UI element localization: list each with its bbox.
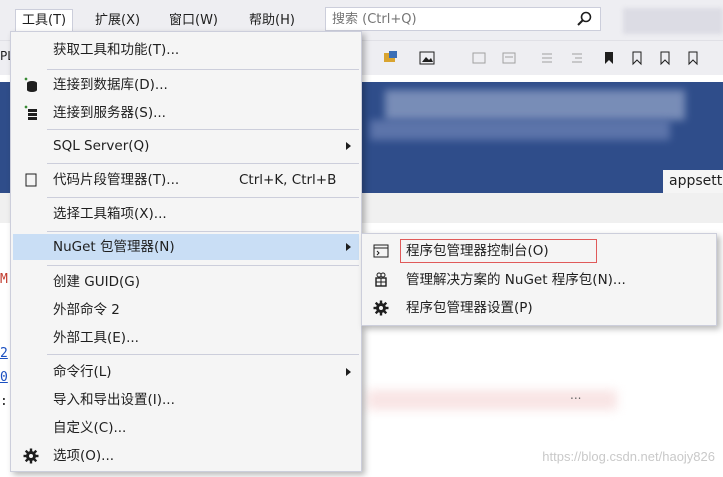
menu-item-snippets-manager[interactable]: 代码片段管理器(T)... Ctrl+K, Ctrl+B [13, 167, 359, 193]
editor-fragment: M [0, 272, 8, 287]
tools-menu: 获取工具和功能(T)... 连接到数据库(D)... 连接到服务器(S)... … [10, 31, 362, 472]
next-bookmark-icon[interactable] [656, 49, 674, 67]
menu-item-connect-server[interactable]: 连接到服务器(S)... [13, 100, 359, 126]
submenu-item-manage-nuget[interactable]: 管理解决方案的 NuGet 程序包(N)... [364, 266, 714, 294]
find-in-files-icon[interactable] [382, 49, 400, 67]
outdent-icon[interactable] [538, 49, 556, 67]
menu-extensions[interactable]: 扩展(X) [89, 10, 146, 32]
menu-item-get-tools[interactable]: 获取工具和功能(T)... [13, 37, 359, 63]
indent-icon[interactable] [568, 49, 586, 67]
console-icon [373, 244, 389, 258]
menu-help[interactable]: 帮助(H) [243, 10, 301, 32]
submenu-item-label: 程序包管理器设置(P) [406, 300, 533, 316]
submenu-item-label: 管理解决方案的 NuGet 程序包(N)... [406, 272, 626, 288]
menu-item-label: 选择工具箱项(X)... [53, 206, 167, 222]
blurred-content [370, 120, 670, 140]
menu-window[interactable]: 窗口(W) [163, 10, 224, 32]
server-icon [24, 105, 37, 120]
menu-item-label: 外部工具(E)... [53, 330, 139, 346]
submenu-item-label: 程序包管理器控制台(O) [406, 243, 549, 259]
search-icon[interactable] [576, 11, 592, 27]
menu-item-label: SQL Server(Q) [53, 138, 150, 154]
menu-item-label: 自定义(C)... [53, 420, 127, 436]
search-input[interactable] [326, 8, 568, 30]
menu-item-label: 连接到服务器(S)... [53, 105, 166, 121]
editor-fragment: 0 [0, 370, 8, 385]
menu-item-label: 导入和导出设置(I)... [53, 392, 175, 408]
menu-item-label: NuGet 包管理器(N) [53, 239, 175, 255]
menu-item-label: 命令行(L) [53, 364, 112, 380]
submenu-item-package-manager-settings[interactable]: 程序包管理器设置(P) [364, 294, 714, 322]
menu-separator [47, 265, 359, 266]
menu-item-shortcut: Ctrl+K, Ctrl+B [239, 172, 337, 188]
menu-separator [47, 231, 359, 232]
menu-item-choose-toolbox[interactable]: 选择工具箱项(X)... [13, 201, 359, 227]
document-tab[interactable]: appsett [663, 170, 723, 193]
menu-item-connect-database[interactable]: 连接到数据库(D)... [13, 72, 359, 98]
submenu-arrow-icon [346, 142, 351, 150]
menu-item-label: 选项(O)... [53, 448, 115, 464]
menu-item-label: 代码片段管理器(T)... [53, 172, 180, 188]
submenu-arrow-icon [346, 368, 351, 376]
editor-fragment: : [0, 394, 8, 409]
menu-item-external-tools[interactable]: 外部工具(E)... [13, 325, 359, 351]
submenu-item-package-manager-console[interactable]: 程序包管理器控制台(O) [364, 237, 714, 265]
package-icon [375, 272, 387, 287]
menu-item-label: 获取工具和功能(T)... [53, 42, 180, 58]
gear-icon [373, 300, 389, 316]
submenu-arrow-icon [346, 243, 351, 251]
menu-item-command-line[interactable]: 命令行(L) [13, 359, 359, 385]
menu-item-customize[interactable]: 自定义(C)... [13, 415, 359, 441]
comment-icon[interactable] [470, 49, 488, 67]
menu-separator [47, 354, 359, 355]
gear-icon [23, 448, 39, 464]
clear-bookmarks-icon[interactable] [684, 49, 702, 67]
menu-item-nuget[interactable]: NuGet 包管理器(N) [13, 234, 359, 260]
prev-bookmark-icon[interactable] [628, 49, 646, 67]
menu-item-label: 创建 GUID(G) [53, 274, 141, 290]
nuget-submenu: 程序包管理器控制台(O) 管理解决方案的 NuGet 程序包(N)... 程序包… [361, 233, 717, 326]
menu-item-label: 外部命令 2 [53, 302, 120, 318]
uncomment-icon[interactable] [500, 49, 518, 67]
menu-separator [47, 197, 359, 198]
menu-tools[interactable]: 工具(T) [15, 9, 74, 32]
menu-item-label: 连接到数据库(D)... [53, 77, 168, 93]
account-area[interactable] [623, 8, 723, 34]
editor-ellipsis: ... [570, 388, 582, 402]
menu-item-create-guid[interactable]: 创建 GUID(G) [13, 269, 359, 295]
menu-separator [47, 163, 359, 164]
menu-item-sql-server[interactable]: SQL Server(Q) [13, 133, 359, 159]
menu-separator [47, 69, 359, 70]
menu-item-import-export[interactable]: 导入和导出设置(I)... [13, 387, 359, 413]
bookmark-icon[interactable] [600, 49, 618, 67]
menu-separator [47, 129, 359, 130]
editor-fragment: 2 [0, 346, 8, 361]
image-icon[interactable] [418, 49, 436, 67]
blurred-content [385, 90, 685, 120]
database-icon [24, 77, 37, 92]
search-box[interactable] [325, 7, 601, 31]
snippet-icon [25, 173, 37, 187]
watermark: https://blog.csdn.net/haojy826 [542, 449, 715, 464]
menu-item-options[interactable]: 选项(O)... [13, 443, 359, 469]
menu-item-external-command[interactable]: 外部命令 2 [13, 297, 359, 323]
